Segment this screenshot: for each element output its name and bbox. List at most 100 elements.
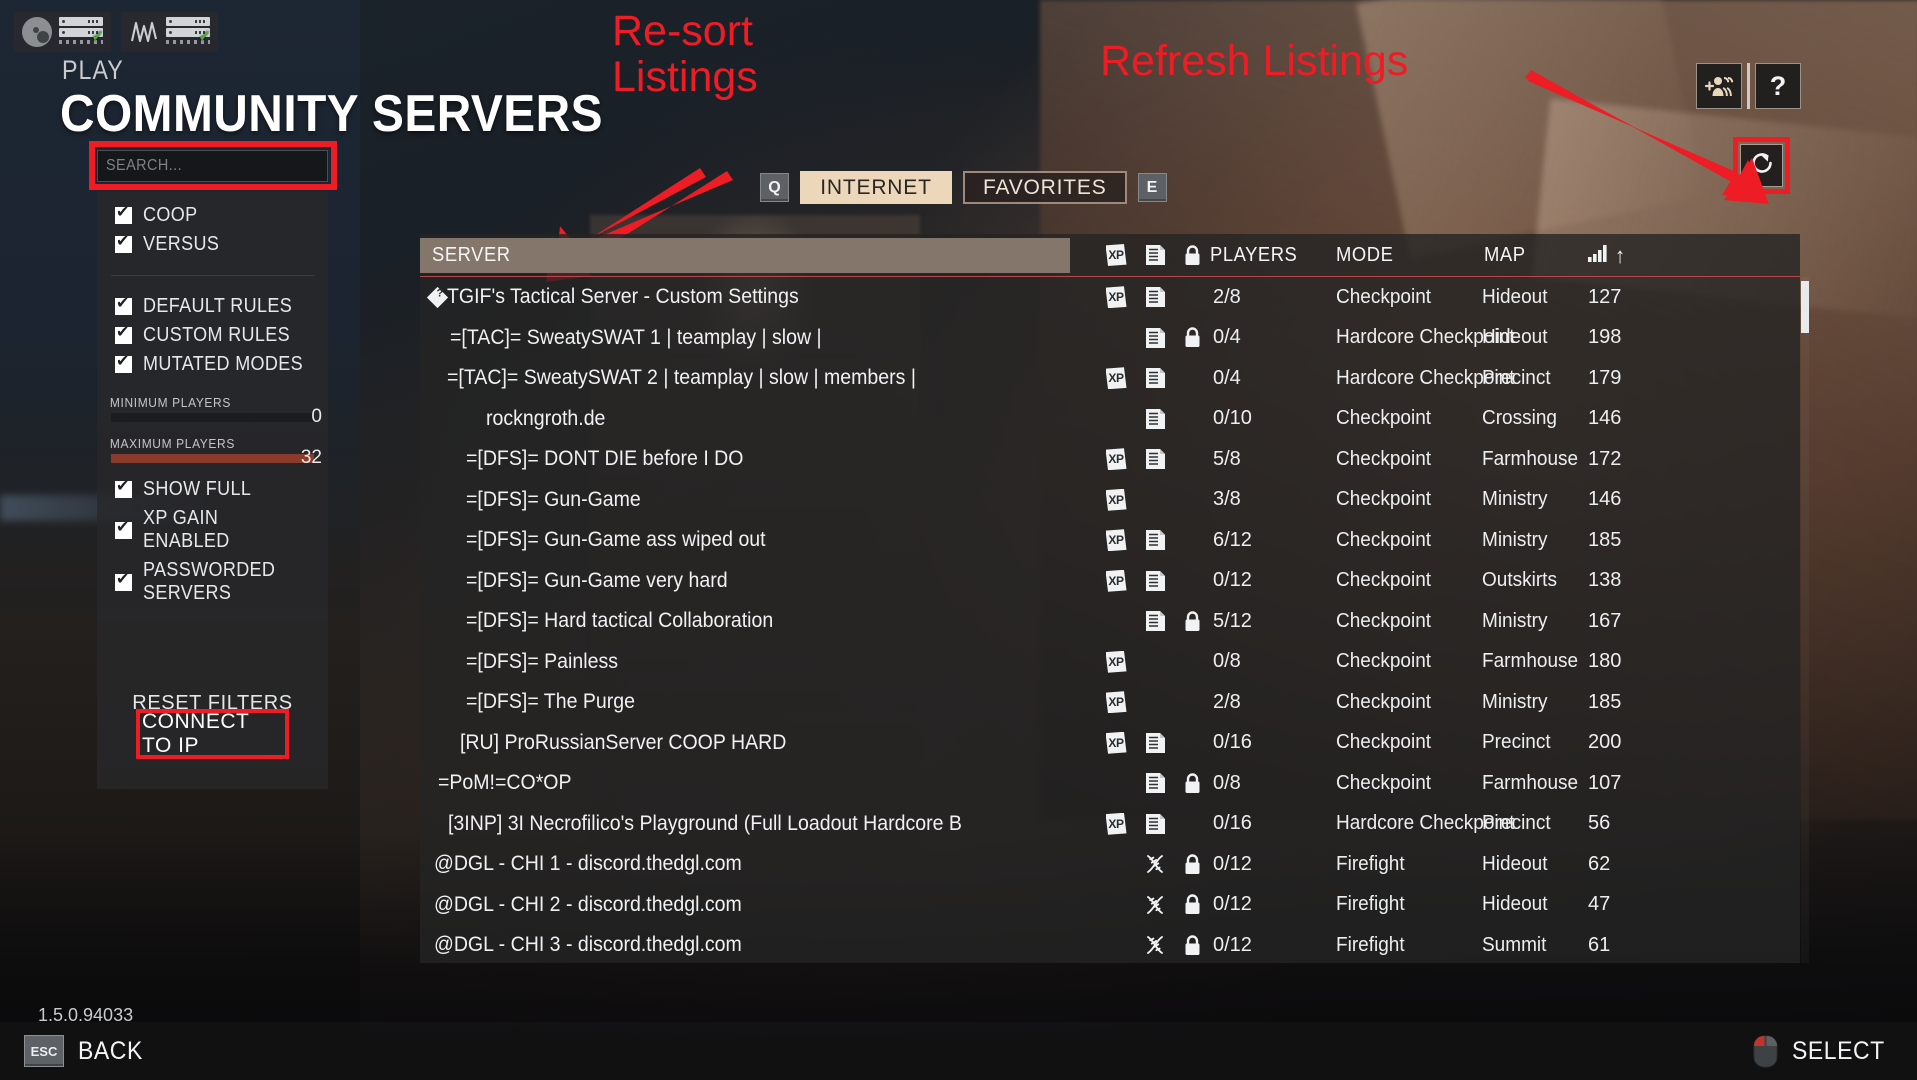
column-header-players[interactable]: PLAYERS — [1210, 234, 1305, 277]
column-header-rules[interactable] — [1143, 243, 1167, 267]
server-name: =[DFS]= Gun-Game very hard — [466, 568, 728, 592]
table-row[interactable]: =[DFS]= Gun-Game ass wiped out XP 6/12 Chec… — [420, 520, 1800, 561]
cell-mode-text: Firefight — [1336, 852, 1405, 875]
checkbox-icon[interactable] — [115, 204, 132, 224]
filter-check-mutated-modes[interactable]: MUTATED MODES — [97, 350, 328, 379]
filter-check-versus[interactable]: VERSUS — [97, 230, 328, 259]
min-players-slider[interactable]: 0 — [97, 406, 328, 430]
table-row[interactable]: @DGL - CHI 1 - discord.thedgl.com 0/12 Fir… — [420, 844, 1800, 885]
cell-server-name: rockngroth.de — [430, 399, 1090, 440]
cell-mode: Checkpoint — [1336, 601, 1486, 642]
filter-label: DEFAULT RULES — [143, 295, 293, 317]
cell-ping-text: 107 — [1588, 771, 1622, 794]
filter-check-show-full[interactable]: SHOW FULL — [97, 475, 328, 504]
table-row[interactable]: =[TAC]= SweatySWAT 2 | teamplay | slow |… — [420, 358, 1800, 399]
cell-map: Ministry — [1482, 682, 1592, 723]
filter-check-default-rules[interactable]: DEFAULT RULES — [97, 292, 328, 321]
tab-favorites[interactable]: FAVORITES — [963, 171, 1127, 204]
add-friend-button[interactable] — [1696, 63, 1742, 109]
lock-icon — [1184, 894, 1201, 915]
table-row[interactable]: =[DFS]= Hard tactical Collaboration 5/12 C… — [420, 601, 1800, 642]
column-header-map[interactable]: MAP — [1484, 234, 1529, 277]
table-row[interactable]: =[DFS]= The Purge XP 2/8 Checkpoint Ministry… — [420, 682, 1800, 723]
table-row[interactable]: =[DFS]= Gun-Game very hard XP 0/12 Checkpoi… — [420, 561, 1800, 602]
cell-server-name: =[DFS]= Gun-Game — [430, 480, 1090, 521]
filter-check-coop[interactable]: COOP — [97, 201, 328, 230]
cell-ping: 172 — [1588, 439, 1648, 480]
checkbox-icon[interactable] — [115, 233, 132, 253]
filter-check-xp-gain-enabled[interactable]: XP GAIN ENABLED — [97, 504, 328, 556]
cell-ping: 47 — [1588, 885, 1648, 926]
server-rows-container[interactable]: TGIF's Tactical Server - Custom Settings… — [420, 277, 1800, 963]
search-input[interactable]: SEARCH... — [97, 150, 328, 182]
filter-check-custom-rules[interactable]: CUSTOM RULES — [97, 321, 328, 350]
cell-players: 0/12 — [1213, 561, 1273, 602]
column-header-server[interactable]: SERVER — [420, 238, 1070, 273]
divider — [111, 275, 314, 276]
cell-mode: Hardcore Checkpoint — [1336, 318, 1514, 359]
table-row[interactable]: @DGL - CHI 2 - discord.thedgl.com 0/12 Fir… — [420, 885, 1800, 926]
tab-internet[interactable]: INTERNET — [800, 171, 952, 204]
server-rack-icon: ✓ — [166, 17, 211, 47]
cell-lock — [1180, 642, 1204, 683]
steam-icon — [22, 17, 52, 47]
checkbox-icon[interactable] — [115, 478, 132, 498]
cell-map-text: Summit — [1482, 933, 1547, 956]
xp-icon: XP — [1105, 529, 1127, 552]
server-list-scrollbar[interactable] — [1801, 277, 1809, 963]
steam-connection-chip: ✓ — [14, 12, 111, 52]
checkbox-icon[interactable] — [115, 353, 132, 373]
cell-ping: 56 — [1588, 804, 1648, 845]
refresh-button[interactable] — [1740, 144, 1783, 187]
connect-to-ip-button[interactable]: CONNECT TO IP — [142, 710, 283, 757]
cell-ping: 146 — [1588, 399, 1648, 440]
scrollbar-thumb[interactable] — [1801, 281, 1809, 333]
tab-bar: Q INTERNET FAVORITES E — [760, 171, 1167, 204]
column-header-mode[interactable]: MODE — [1336, 234, 1398, 277]
checkbox-icon[interactable] — [115, 519, 132, 539]
cell-ping: 146 — [1588, 480, 1648, 521]
cell-map-text: Ministry — [1482, 609, 1548, 632]
checkbox-icon[interactable] — [115, 324, 132, 344]
table-row[interactable]: =[TAC]= SweatySWAT 1 | teamplay | slow |… — [420, 318, 1800, 359]
cell-server-name: TGIF's Tactical Server - Custom Settings — [426, 277, 1090, 318]
table-row[interactable]: @DGL - CHI 3 - discord.thedgl.com 0/12 Fir… — [420, 925, 1800, 963]
cell-players: 0/16 — [1213, 723, 1273, 764]
cell-ping-text: 172 — [1588, 447, 1622, 470]
cell-server-name: @DGL - CHI 1 - discord.thedgl.com — [430, 844, 1090, 885]
checkbox-icon[interactable] — [115, 295, 132, 315]
cell-rules — [1143, 480, 1167, 521]
cell-server-name: =[TAC]= SweatySWAT 1 | teamplay | slow | — [430, 318, 1090, 359]
cell-map-text: Farmhouse — [1482, 650, 1579, 673]
table-row[interactable]: TGIF's Tactical Server - Custom Settings… — [420, 277, 1800, 318]
column-header-players-label: PLAYERS — [1210, 244, 1298, 266]
filter-group-rules: DEFAULT RULES CUSTOM RULES MUTATED MODES — [97, 282, 328, 389]
cell-players-text: 0/12 — [1213, 893, 1252, 916]
table-row[interactable]: [RU] ProRussianServer COOP HARD XP 0/16 Che… — [420, 723, 1800, 764]
table-row[interactable]: =[DFS]= DONT DIE before I DO XP 5/8 Checkpo… — [420, 439, 1800, 480]
table-row[interactable]: rockngroth.de 0/10 Checkpoint Crossing 146 — [420, 399, 1800, 440]
cell-server-name: [RU] ProRussianServer COOP HARD — [430, 723, 1090, 764]
column-header-lock[interactable] — [1180, 243, 1204, 267]
column-header-ping[interactable]: ↑ — [1588, 234, 1627, 277]
rules-document-icon — [1145, 327, 1166, 349]
help-button[interactable]: ? — [1755, 63, 1801, 109]
cell-mode: Hardcore Checkpoint — [1336, 804, 1514, 845]
table-row[interactable]: =[DFS]= Painless XP 0/8 Checkpoint Farmhouse… — [420, 642, 1800, 683]
cell-server-name: =[DFS]= DONT DIE before I DO — [430, 439, 1090, 480]
lock-icon — [1184, 854, 1201, 875]
table-row[interactable]: =[DFS]= Gun-Game XP 3/8 Checkpoint Ministry 1… — [420, 480, 1800, 521]
cell-xp — [1104, 844, 1128, 885]
cell-lock — [1180, 723, 1204, 764]
cell-rules — [1143, 439, 1167, 480]
cell-lock — [1180, 277, 1204, 318]
table-row[interactable]: [3INP] 3I Necrofilico's Playground (Full… — [420, 804, 1800, 845]
table-row[interactable]: =PoM!=CO*OP 0/8 Checkpoint Farmhouse 107 — [420, 763, 1800, 804]
page-title: COMMUNITY SERVERS — [60, 85, 604, 143]
checkbox-icon[interactable] — [115, 571, 132, 591]
column-header-xp[interactable]: XP — [1104, 243, 1128, 267]
select-action[interactable]: SELECT — [1753, 1035, 1893, 1068]
back-action[interactable]: ESC BACK — [24, 1035, 148, 1067]
filter-check-passworded-servers[interactable]: PASSWORDED SERVERS — [97, 556, 328, 608]
max-players-slider[interactable]: 32 — [97, 447, 328, 471]
